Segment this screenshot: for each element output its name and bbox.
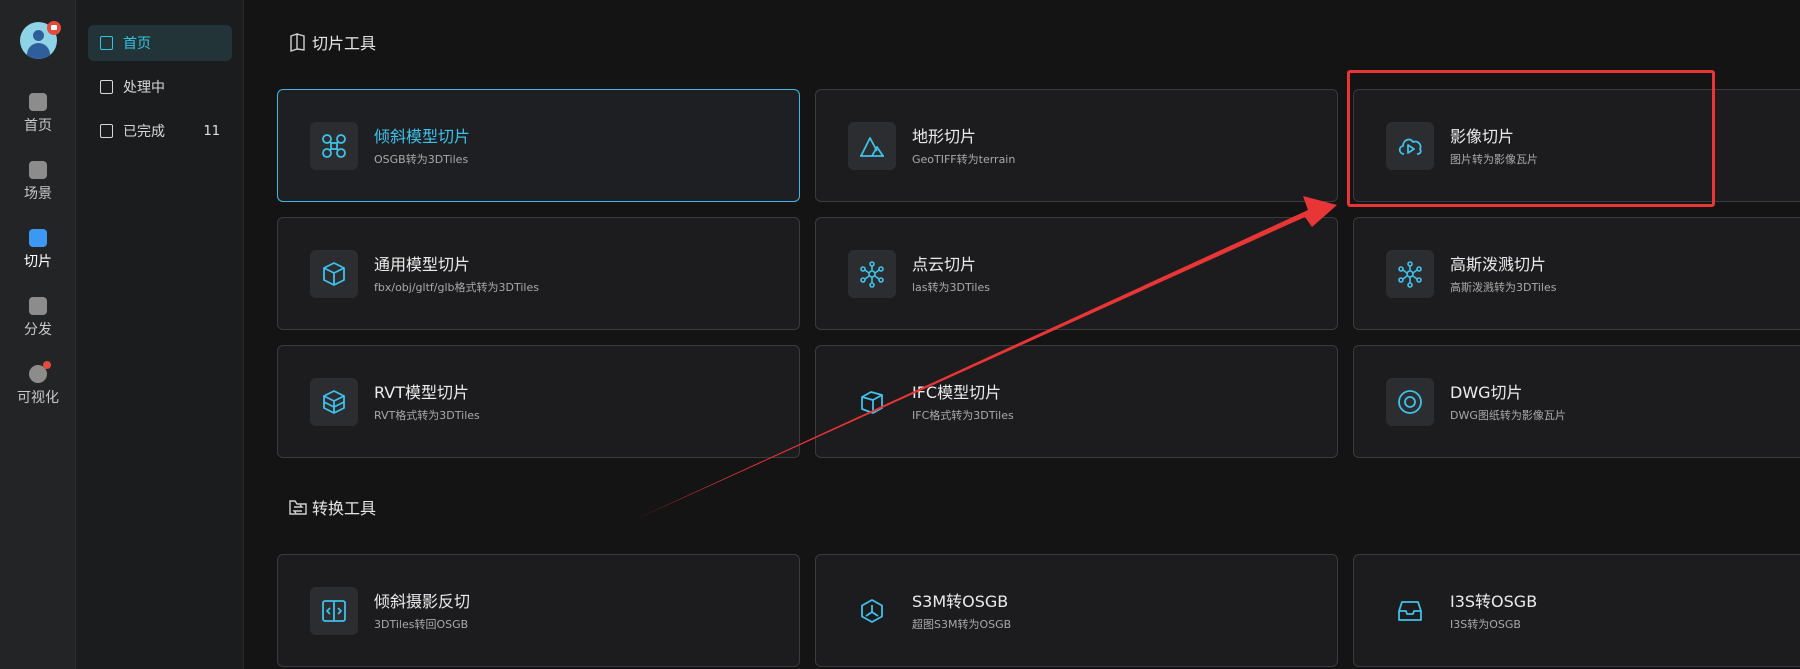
card-subtitle: 高斯泼溅转为3DTiles <box>1450 281 1557 294</box>
card-icon-box <box>848 250 896 298</box>
upload-doc-icon <box>100 36 113 50</box>
card-s3m-to-osgb[interactable]: S3M转OSGB 超图S3M转为OSGB <box>815 554 1338 667</box>
box-icon <box>861 391 883 414</box>
card-point-cloud-slice[interactable]: 点云切片 las转为3DTiles <box>815 217 1338 330</box>
card-oblique-reverse[interactable]: 倾斜摄影反切 3DTiles转回OSGB <box>277 554 800 667</box>
card-terrain-slice[interactable]: 地形切片 GeoTIFF转为terrain <box>815 89 1338 202</box>
card-subtitle: las转为3DTiles <box>912 281 990 294</box>
card-title: 点云切片 <box>912 255 977 274</box>
card-subtitle: 3DTiles转回OSGB <box>374 618 469 631</box>
rail-item-label: 场景 <box>24 186 52 202</box>
section-title-convert-tools: 转换工具 <box>288 495 376 519</box>
rail-item-scene[interactable]: 场景 <box>0 161 76 203</box>
visualize-icon <box>29 361 51 383</box>
rail-item-slice[interactable]: 切片 <box>0 229 76 271</box>
scene-icon <box>29 161 47 179</box>
message-badge-icon[interactable] <box>47 21 61 35</box>
card-subtitle: RVT格式转为3DTiles <box>374 409 480 422</box>
card-icon-box <box>310 122 358 170</box>
folder-swap-icon <box>289 500 307 515</box>
card-oblique-model-slice[interactable]: 倾斜模型切片 OSGB转为3DTiles <box>277 89 800 202</box>
secondary-menu: 首页 处理中 已完成 11 <box>76 0 244 669</box>
icon-rail: 首页 场景 切片 分发 可视化 <box>0 0 76 669</box>
card-subtitle: GeoTIFF转为terrain <box>912 153 1016 166</box>
card-icon-box <box>848 122 896 170</box>
card-title: 倾斜摄影反切 <box>374 592 471 611</box>
card-icon-box <box>310 587 358 635</box>
layers-cube-icon <box>323 390 345 414</box>
card-icon-box <box>1386 378 1434 426</box>
card-icon-box <box>310 378 358 426</box>
section-title-text: 切片工具 <box>312 34 377 53</box>
menu-item-label: 处理中 <box>123 80 165 96</box>
card-title: RVT模型切片 <box>374 383 469 402</box>
card-title: S3M转OSGB <box>912 592 1009 611</box>
drone-icon <box>322 134 346 158</box>
point-cloud-icon <box>860 261 884 288</box>
menu-item-processing[interactable]: 处理中 <box>88 69 232 105</box>
cloud-play-icon <box>1398 138 1422 155</box>
check-doc-icon <box>100 124 113 138</box>
distribute-icon <box>29 297 47 315</box>
card-subtitle: DWG图纸转为影像瓦片 <box>1450 409 1566 422</box>
card-title: I3S转OSGB <box>1450 592 1538 611</box>
rail-item-label: 分发 <box>24 322 52 338</box>
book-map-icon <box>290 33 305 52</box>
card-rvt-model-slice[interactable]: RVT模型切片 RVT格式转为3DTiles <box>277 345 800 458</box>
rail-item-distribute[interactable]: 分发 <box>0 297 76 339</box>
upload-doc-icon <box>100 80 113 94</box>
card-title: IFC模型切片 <box>912 383 1002 402</box>
card-title: 通用模型切片 <box>374 255 471 274</box>
card-title: 影像切片 <box>1450 127 1515 146</box>
section-title-slice-tools: 切片工具 <box>288 30 376 54</box>
rail-item-home[interactable]: 首页 <box>0 93 76 135</box>
menu-item-completed[interactable]: 已完成 11 <box>88 113 232 149</box>
section-title-text: 转换工具 <box>312 499 377 518</box>
card-icon-box <box>1386 122 1434 170</box>
card-imagery-slice[interactable]: 影像切片 图片转为影像瓦片 <box>1353 89 1800 202</box>
card-icon-box <box>1386 587 1434 635</box>
card-icon-box <box>848 378 896 426</box>
menu-item-home[interactable]: 首页 <box>88 25 232 61</box>
rail-item-label: 可视化 <box>17 390 59 406</box>
cube-icon <box>323 262 345 286</box>
card-icon-box <box>310 250 358 298</box>
card-subtitle: fbx/obj/gltf/glb格式转为3DTiles <box>374 281 539 294</box>
completed-count-badge: 11 <box>203 123 220 139</box>
home-icon <box>29 93 47 111</box>
rail-item-label: 切片 <box>24 254 52 270</box>
card-ifc-model-slice[interactable]: IFC模型切片 IFC格式转为3DTiles <box>815 345 1338 458</box>
card-i3s-to-osgb[interactable]: I3S转OSGB I3S转为OSGB <box>1353 554 1800 667</box>
gaussian-icon <box>1398 261 1422 288</box>
card-icon-box <box>1386 250 1434 298</box>
card-subtitle: OSGB转为3DTiles <box>374 153 469 166</box>
card-subtitle: 图片转为影像瓦片 <box>1450 153 1538 166</box>
rail-item-visualize[interactable]: 可视化 <box>0 361 76 407</box>
menu-item-label: 首页 <box>123 36 151 52</box>
card-generic-model-slice[interactable]: 通用模型切片 fbx/obj/gltf/glb格式转为3DTiles <box>277 217 800 330</box>
card-subtitle: I3S转为OSGB <box>1450 618 1521 631</box>
card-title: 地形切片 <box>912 127 977 146</box>
card-dwg-slice[interactable]: DWG切片 DWG图纸转为影像瓦片 <box>1353 345 1800 458</box>
card-title: 倾斜模型切片 <box>374 127 471 146</box>
tri-hex-icon <box>861 599 883 623</box>
tray-icon <box>1398 601 1422 621</box>
mountain-icon <box>860 137 884 157</box>
card-title: 高斯泼溅切片 <box>1450 255 1547 274</box>
circle-icon <box>1398 390 1422 414</box>
card-title: DWG切片 <box>1450 383 1523 402</box>
reverse-icon <box>322 600 346 622</box>
slice-icon <box>29 229 47 247</box>
card-gaussian-splat-slice[interactable]: 高斯泼溅切片 高斯泼溅转为3DTiles <box>1353 217 1800 330</box>
card-icon-box <box>848 587 896 635</box>
rail-item-label: 首页 <box>24 118 52 134</box>
card-subtitle: 超图S3M转为OSGB <box>912 618 1012 631</box>
menu-item-label: 已完成 <box>123 124 165 140</box>
card-subtitle: IFC格式转为3DTiles <box>912 409 1014 422</box>
